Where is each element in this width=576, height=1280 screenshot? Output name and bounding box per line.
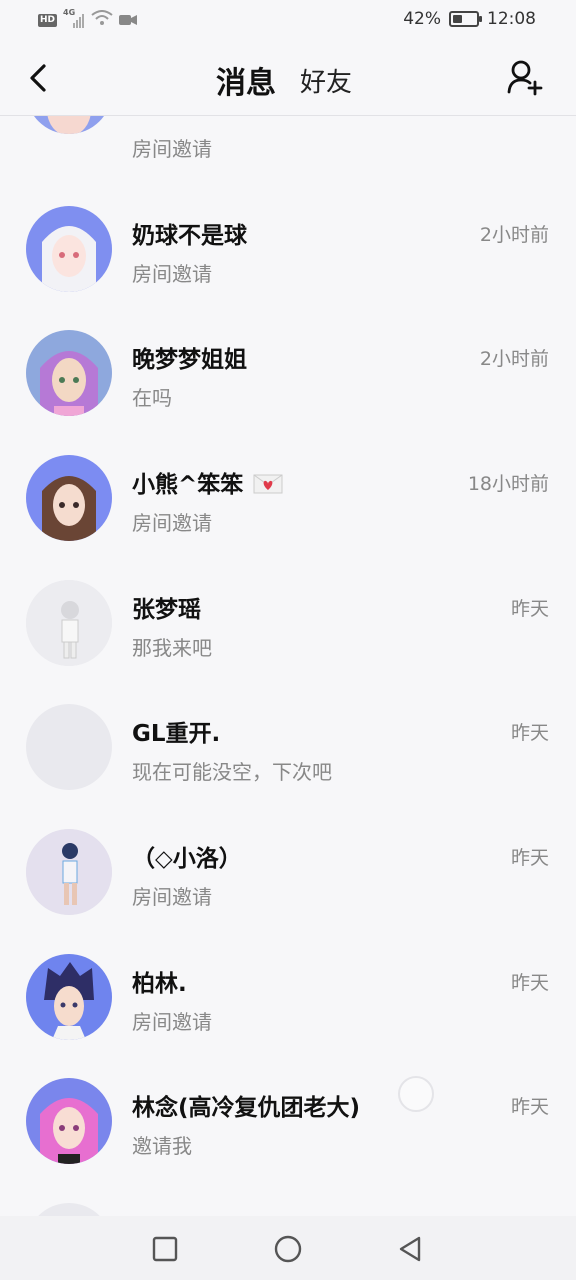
message-time: 昨天 bbox=[510, 972, 549, 994]
status-icons-left: HD 4G bbox=[38, 8, 138, 30]
message-time: 18小时前 bbox=[467, 473, 549, 495]
message-preview: 那我来吧 bbox=[132, 636, 212, 660]
chevron-left-icon bbox=[30, 64, 46, 92]
tab-messages[interactable]: 消息 bbox=[216, 58, 276, 102]
network-type: 4G bbox=[63, 8, 76, 17]
avatar-image bbox=[26, 455, 112, 541]
message-preview: 房间邀请 bbox=[132, 885, 212, 909]
clock: 12:08 bbox=[487, 9, 536, 29]
envelope-heart-icon bbox=[253, 473, 283, 501]
conversation-row[interactable]: GL重开. 现在可能没空，下次吧 昨天 bbox=[0, 690, 576, 814]
conversation-row[interactable]: 房间邀请 bbox=[0, 116, 576, 161]
recents-button[interactable] bbox=[150, 1234, 180, 1264]
conversation-row[interactable]: 林念(高冷复仇团老大) 邀请我 昨天 bbox=[0, 1064, 576, 1188]
contact-name: （◇小洛） bbox=[132, 846, 242, 872]
message-preview: 房间邀请 bbox=[132, 1010, 212, 1034]
wifi-icon bbox=[91, 10, 113, 30]
avatar-image bbox=[26, 829, 112, 915]
message-preview: 现在可能没空，下次吧 bbox=[132, 760, 332, 784]
message-time: 2小时前 bbox=[479, 224, 549, 246]
square-icon bbox=[152, 1236, 178, 1262]
message-time: 昨天 bbox=[510, 722, 549, 744]
avatar-image bbox=[26, 580, 112, 666]
avatar bbox=[26, 580, 112, 666]
conversation-row[interactable]: 张梦瑶 那我来吧 昨天 bbox=[0, 566, 576, 690]
back-button[interactable] bbox=[22, 58, 58, 98]
top-navigation: 消息 好友 bbox=[0, 40, 576, 116]
system-navigation-bar bbox=[0, 1216, 576, 1280]
signal-icon: 4G bbox=[63, 8, 85, 28]
avatar-image bbox=[26, 116, 112, 134]
battery-icon bbox=[449, 11, 482, 27]
status-bar: HD 4G 42% 12:08 bbox=[0, 0, 576, 40]
avatar bbox=[26, 455, 112, 541]
contact-name: GL重开. bbox=[132, 721, 221, 747]
conversation-row[interactable]: 柏林. 房间邀请 昨天 bbox=[0, 940, 576, 1064]
add-user-icon bbox=[507, 60, 543, 96]
avatar bbox=[26, 330, 112, 416]
conversation-row[interactable]: 奶球不是球 房间邀请 2小时前 bbox=[0, 192, 576, 316]
avatar-image bbox=[26, 954, 112, 1040]
battery-percent: 42% bbox=[403, 9, 441, 29]
avatar bbox=[26, 954, 112, 1040]
floating-assist-button[interactable] bbox=[398, 1076, 434, 1112]
conversation-list[interactable]: 房间邀请 奶球不是球 房间邀请 2小时前 晚梦梦姐姐 在吗 2小时前 小熊^笨笨… bbox=[0, 116, 576, 1216]
avatar-image bbox=[26, 1078, 112, 1164]
add-friend-button[interactable] bbox=[506, 58, 544, 98]
avatar bbox=[26, 1078, 112, 1164]
conversation-row[interactable]: （◇小洛） 房间邀请 昨天 bbox=[0, 815, 576, 939]
message-time: 昨天 bbox=[510, 598, 549, 620]
message-time: 昨天 bbox=[510, 1096, 549, 1118]
contact-name-text: 小熊^笨笨 bbox=[132, 472, 244, 498]
contact-name: 林念(高冷复仇团老大) bbox=[132, 1095, 361, 1121]
contact-name: 晚梦梦姐姐 bbox=[132, 347, 247, 373]
message-preview: 房间邀请 bbox=[132, 262, 212, 286]
circle-icon bbox=[274, 1235, 302, 1263]
message-time: 昨天 bbox=[510, 847, 549, 869]
avatar bbox=[26, 704, 112, 790]
message-preview: 房间邀请 bbox=[132, 511, 212, 535]
message-preview: 在吗 bbox=[132, 386, 172, 410]
avatar bbox=[26, 1203, 112, 1216]
status-icons-right: 42% 12:08 bbox=[403, 9, 536, 29]
avatar bbox=[26, 206, 112, 292]
tab-friends[interactable]: 好友 bbox=[300, 62, 352, 99]
avatar-image bbox=[26, 206, 112, 292]
conversation-row[interactable]: 晚梦梦姐姐 在吗 2小时前 bbox=[0, 316, 576, 440]
triangle-back-icon bbox=[399, 1236, 421, 1262]
back-nav-button[interactable] bbox=[395, 1234, 425, 1264]
video-icon bbox=[119, 11, 138, 30]
avatar bbox=[26, 829, 112, 915]
conversation-row[interactable] bbox=[0, 1189, 576, 1216]
message-preview: 邀请我 bbox=[132, 1134, 192, 1158]
contact-name: 小熊^笨笨 bbox=[132, 465, 283, 501]
avatar-image bbox=[26, 330, 112, 416]
contact-name: 奶球不是球 bbox=[132, 223, 247, 249]
message-preview: 房间邀请 bbox=[132, 137, 212, 161]
avatar bbox=[26, 116, 112, 134]
contact-name: 柏林. bbox=[132, 971, 187, 997]
contact-name: 张梦瑶 bbox=[132, 597, 201, 623]
conversation-row[interactable]: 小熊^笨笨 房间邀请 18小时前 bbox=[0, 441, 576, 565]
home-button[interactable] bbox=[273, 1234, 303, 1264]
hd-badge: HD bbox=[38, 13, 58, 27]
message-time: 2小时前 bbox=[479, 348, 549, 370]
